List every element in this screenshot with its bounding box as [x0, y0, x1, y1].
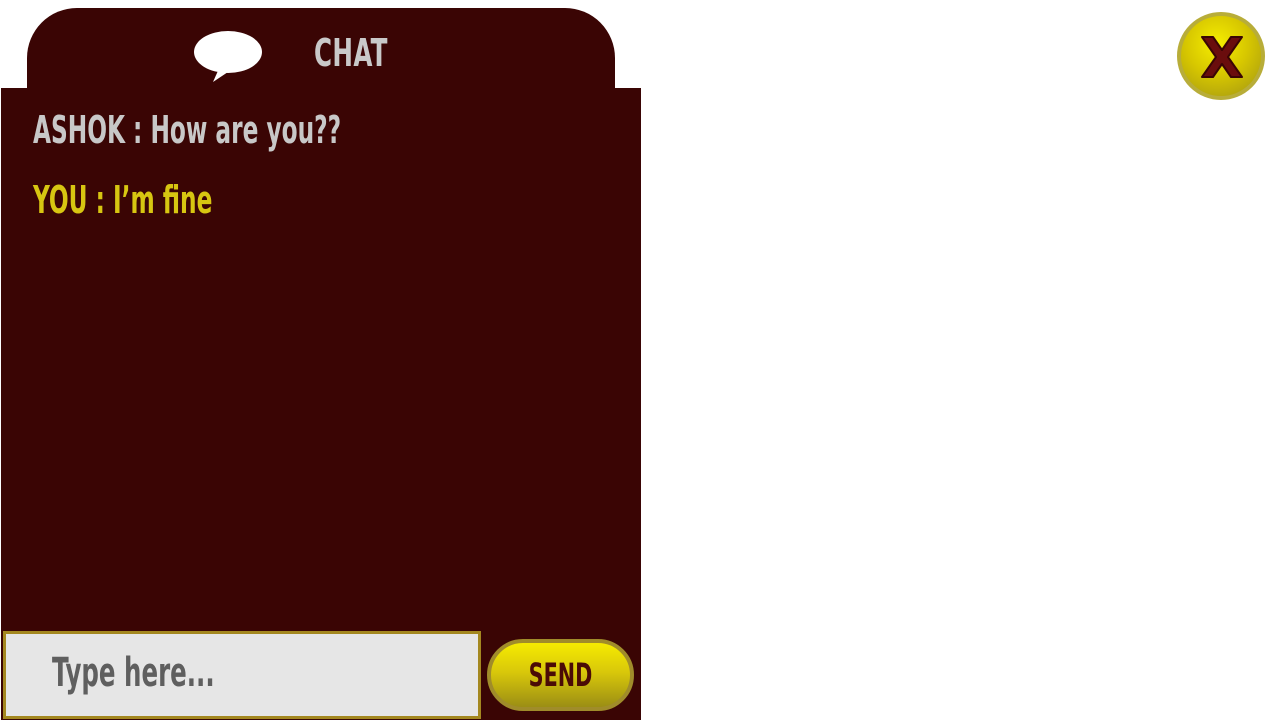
chat-screen: CHAT ASHOK : How are you?? YOU : I’m fin…: [0, 0, 1280, 720]
speech-bubble-icon: [194, 31, 262, 82]
chat-title: CHAT: [314, 31, 388, 75]
chat-message-you: YOU : I’m fine: [33, 178, 213, 222]
send-button-label: SEND: [528, 656, 593, 694]
chat-message-ashok: ASHOK : How are you??: [33, 108, 342, 152]
chat-input-placeholder: Type here...: [52, 650, 215, 696]
close-button[interactable]: [1177, 12, 1265, 100]
close-icon: [1201, 36, 1243, 78]
send-button[interactable]: SEND: [487, 639, 634, 711]
